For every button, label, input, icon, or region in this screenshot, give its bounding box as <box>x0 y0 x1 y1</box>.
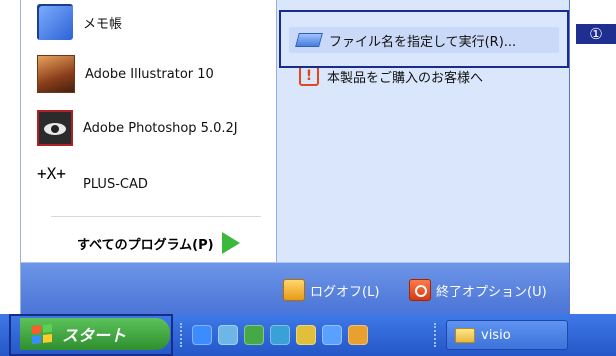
outlook-icon[interactable] <box>218 325 238 345</box>
programs-pane: メモ帳 Adobe Illustrator 10 Adobe Photoshop… <box>21 0 276 262</box>
all-programs-button[interactable]: すべてのプログラム(P) <box>77 230 240 256</box>
purchase-label: 本製品をご購入のお客様へ <box>327 70 484 86</box>
ie2-icon[interactable] <box>322 325 342 345</box>
program-label: Adobe Photoshop 5.0.2J <box>83 120 238 136</box>
divider <box>51 216 261 217</box>
toolbar-grip[interactable] <box>434 323 439 347</box>
program-illustrator[interactable]: Adobe Illustrator 10 <box>37 52 272 96</box>
warning-icon: ! <box>299 66 319 86</box>
shutdown-label: 終了オプション(U) <box>436 284 547 300</box>
notepad-icon <box>37 4 73 40</box>
program-label: Adobe Illustrator 10 <box>85 66 214 82</box>
photoshop-icon <box>37 110 73 146</box>
power-icon <box>409 279 431 301</box>
ie-icon[interactable] <box>192 325 212 345</box>
green-arrow-icon <box>221 232 240 254</box>
all-programs-label: すべてのプログラム(P) <box>77 237 214 253</box>
misc-icon[interactable] <box>348 325 368 345</box>
start-menu-footer: ログオフ(L) 終了オプション(U) <box>21 262 569 315</box>
taskbar-window-button[interactable]: visio <box>446 320 568 350</box>
plus-cad-icon: +X+ <box>37 164 66 183</box>
callout-number: ① <box>576 24 616 44</box>
media-icon[interactable] <box>270 325 290 345</box>
highlight-box-run <box>279 10 569 68</box>
quick-launch <box>192 325 368 345</box>
program-label: メモ帳 <box>83 16 123 32</box>
logoff-key-icon <box>283 279 305 301</box>
highlight-box-start <box>9 314 173 356</box>
desktop-icon[interactable] <box>244 325 264 345</box>
program-label: PLUS-CAD <box>83 176 148 192</box>
illustrator-icon <box>37 55 75 93</box>
program-notepad[interactable]: メモ帳 <box>37 0 272 44</box>
program-plus-cad[interactable]: +X+ PLUS-CAD <box>37 162 272 206</box>
shutdown-options-button[interactable]: 終了オプション(U) <box>409 277 547 303</box>
logoff-label: ログオフ(L) <box>310 284 380 300</box>
logoff-button[interactable]: ログオフ(L) <box>283 277 379 303</box>
task-label: visio <box>481 327 511 343</box>
program-photoshop[interactable]: Adobe Photoshop 5.0.2J <box>37 106 272 150</box>
folder-icon <box>455 327 475 343</box>
app-icon[interactable] <box>296 325 316 345</box>
toolbar-grip[interactable] <box>180 323 185 347</box>
